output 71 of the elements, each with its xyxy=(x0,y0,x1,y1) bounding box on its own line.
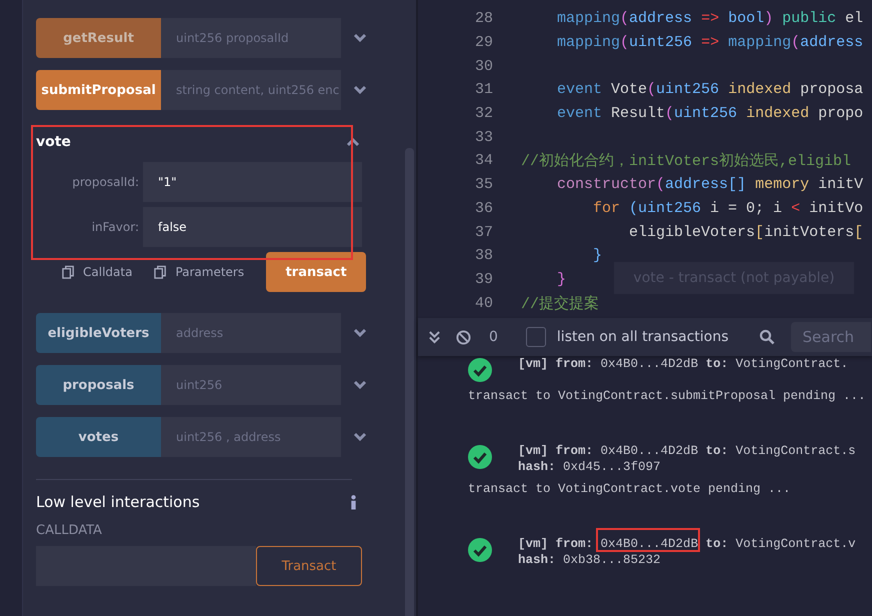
chevron-down-icon[interactable] xyxy=(353,432,367,442)
line-number: 37 xyxy=(474,224,493,241)
chevron-down-icon[interactable] xyxy=(353,328,367,338)
search-icon[interactable] xyxy=(758,329,774,345)
line-number: 30 xyxy=(474,58,493,75)
transaction-hash: hash: 0xb38...85232 xyxy=(518,552,662,568)
pending-count: 0 xyxy=(489,329,498,345)
line-number: 35 xyxy=(474,176,493,194)
transaction-summary[interactable]: [vm] from: 0x4B0...4D2dB to: VotingContract.v xyxy=(518,536,856,552)
line-number: 33 xyxy=(474,128,493,146)
argument-field[interactable]: uint256 xyxy=(161,365,341,405)
success-check-icon xyxy=(468,358,492,382)
chevron-down-icon[interactable] xyxy=(353,33,367,43)
line-number: 31 xyxy=(474,81,493,98)
function-button[interactable]: eligibleVoters xyxy=(36,313,161,353)
clear-icon[interactable] xyxy=(456,330,471,344)
parameter-label: inFavor: xyxy=(90,220,140,234)
parameter-label: proposalId: xyxy=(71,175,140,189)
code-line: event Vote(uint256 indexed proposa xyxy=(556,81,864,98)
copy-button[interactable]: Calldata xyxy=(62,260,132,284)
code-line: } xyxy=(592,247,602,264)
log-message: transact to VotingContract.vote pending ... xyxy=(468,481,792,497)
calldata-label: CALLDATA xyxy=(36,523,103,538)
argument-field[interactable]: uint256 proposalId xyxy=(161,18,341,58)
transact-button[interactable]: Transact xyxy=(256,546,362,586)
info-icon[interactable] xyxy=(350,494,357,510)
argument-field[interactable]: string content, uint256 enc xyxy=(161,70,341,110)
chevron-up-icon[interactable] xyxy=(346,137,360,147)
code-line: eligibleVoters[initVoters[ xyxy=(628,224,864,241)
transaction-hash: hash: 0xd45...3f097 xyxy=(518,459,662,475)
copy-button[interactable]: Parameters xyxy=(154,260,244,284)
calldata-field[interactable] xyxy=(36,546,256,586)
search-field[interactable]: Search xyxy=(790,322,870,352)
chevron-down-icon[interactable] xyxy=(353,380,367,390)
code-line: //提交提案 xyxy=(521,294,600,313)
copy-icon xyxy=(62,264,75,280)
code-line: event Result(uint256 indexed propo xyxy=(556,105,864,122)
transact-button[interactable]: transact xyxy=(266,252,366,292)
argument-field[interactable]: uint256 , address xyxy=(161,417,341,457)
transaction-summary[interactable]: [vm] from: 0x4B0...4D2dB to: VotingContract. xyxy=(518,356,848,372)
listen-checkbox[interactable] xyxy=(526,327,546,347)
code-line: //初始化合约，initVoters初始选民,eligibl xyxy=(521,152,852,170)
line-number: 32 xyxy=(474,105,493,122)
copy-icon xyxy=(154,264,168,280)
function-button[interactable]: proposals xyxy=(36,365,161,405)
function-button[interactable]: submitProposal xyxy=(36,70,161,110)
log-message: transact to VotingContract.submitProposal pending ... xyxy=(468,388,867,404)
line-number: 38 xyxy=(474,247,493,264)
line-number: 40 xyxy=(474,294,493,312)
code-line: } xyxy=(556,270,566,288)
chevron-down-icon[interactable] xyxy=(353,85,367,95)
line-number: 29 xyxy=(474,34,493,52)
code-line: constructor(address[] memory initV xyxy=(556,176,864,194)
collapse-icon[interactable] xyxy=(429,330,440,344)
success-check-icon xyxy=(468,538,492,562)
parameter-field[interactable]: false xyxy=(143,207,362,247)
line-number: 34 xyxy=(474,152,493,170)
transaction-summary[interactable]: [vm] from: 0x4B0...4D2dB to: VotingContract.s xyxy=(518,443,856,459)
code-line: mapping(address => bool) public el xyxy=(556,10,864,28)
line-number: 28 xyxy=(474,10,493,28)
success-check-icon xyxy=(468,445,492,469)
code-line: mapping(uint256 => mapping(address xyxy=(556,34,864,52)
line-number: 39 xyxy=(474,270,493,288)
argument-field[interactable]: address xyxy=(161,313,341,353)
code-line: for (uint256 i = 0; i < initVo xyxy=(592,200,864,217)
function-title: vote xyxy=(36,134,71,150)
line-number: 36 xyxy=(474,200,493,217)
function-button[interactable]: votes xyxy=(36,417,161,457)
parameter-field[interactable]: "1" xyxy=(143,162,362,202)
section-title: Low level interactions xyxy=(36,493,200,511)
checkbox-label: listen on all transactions xyxy=(556,329,728,345)
